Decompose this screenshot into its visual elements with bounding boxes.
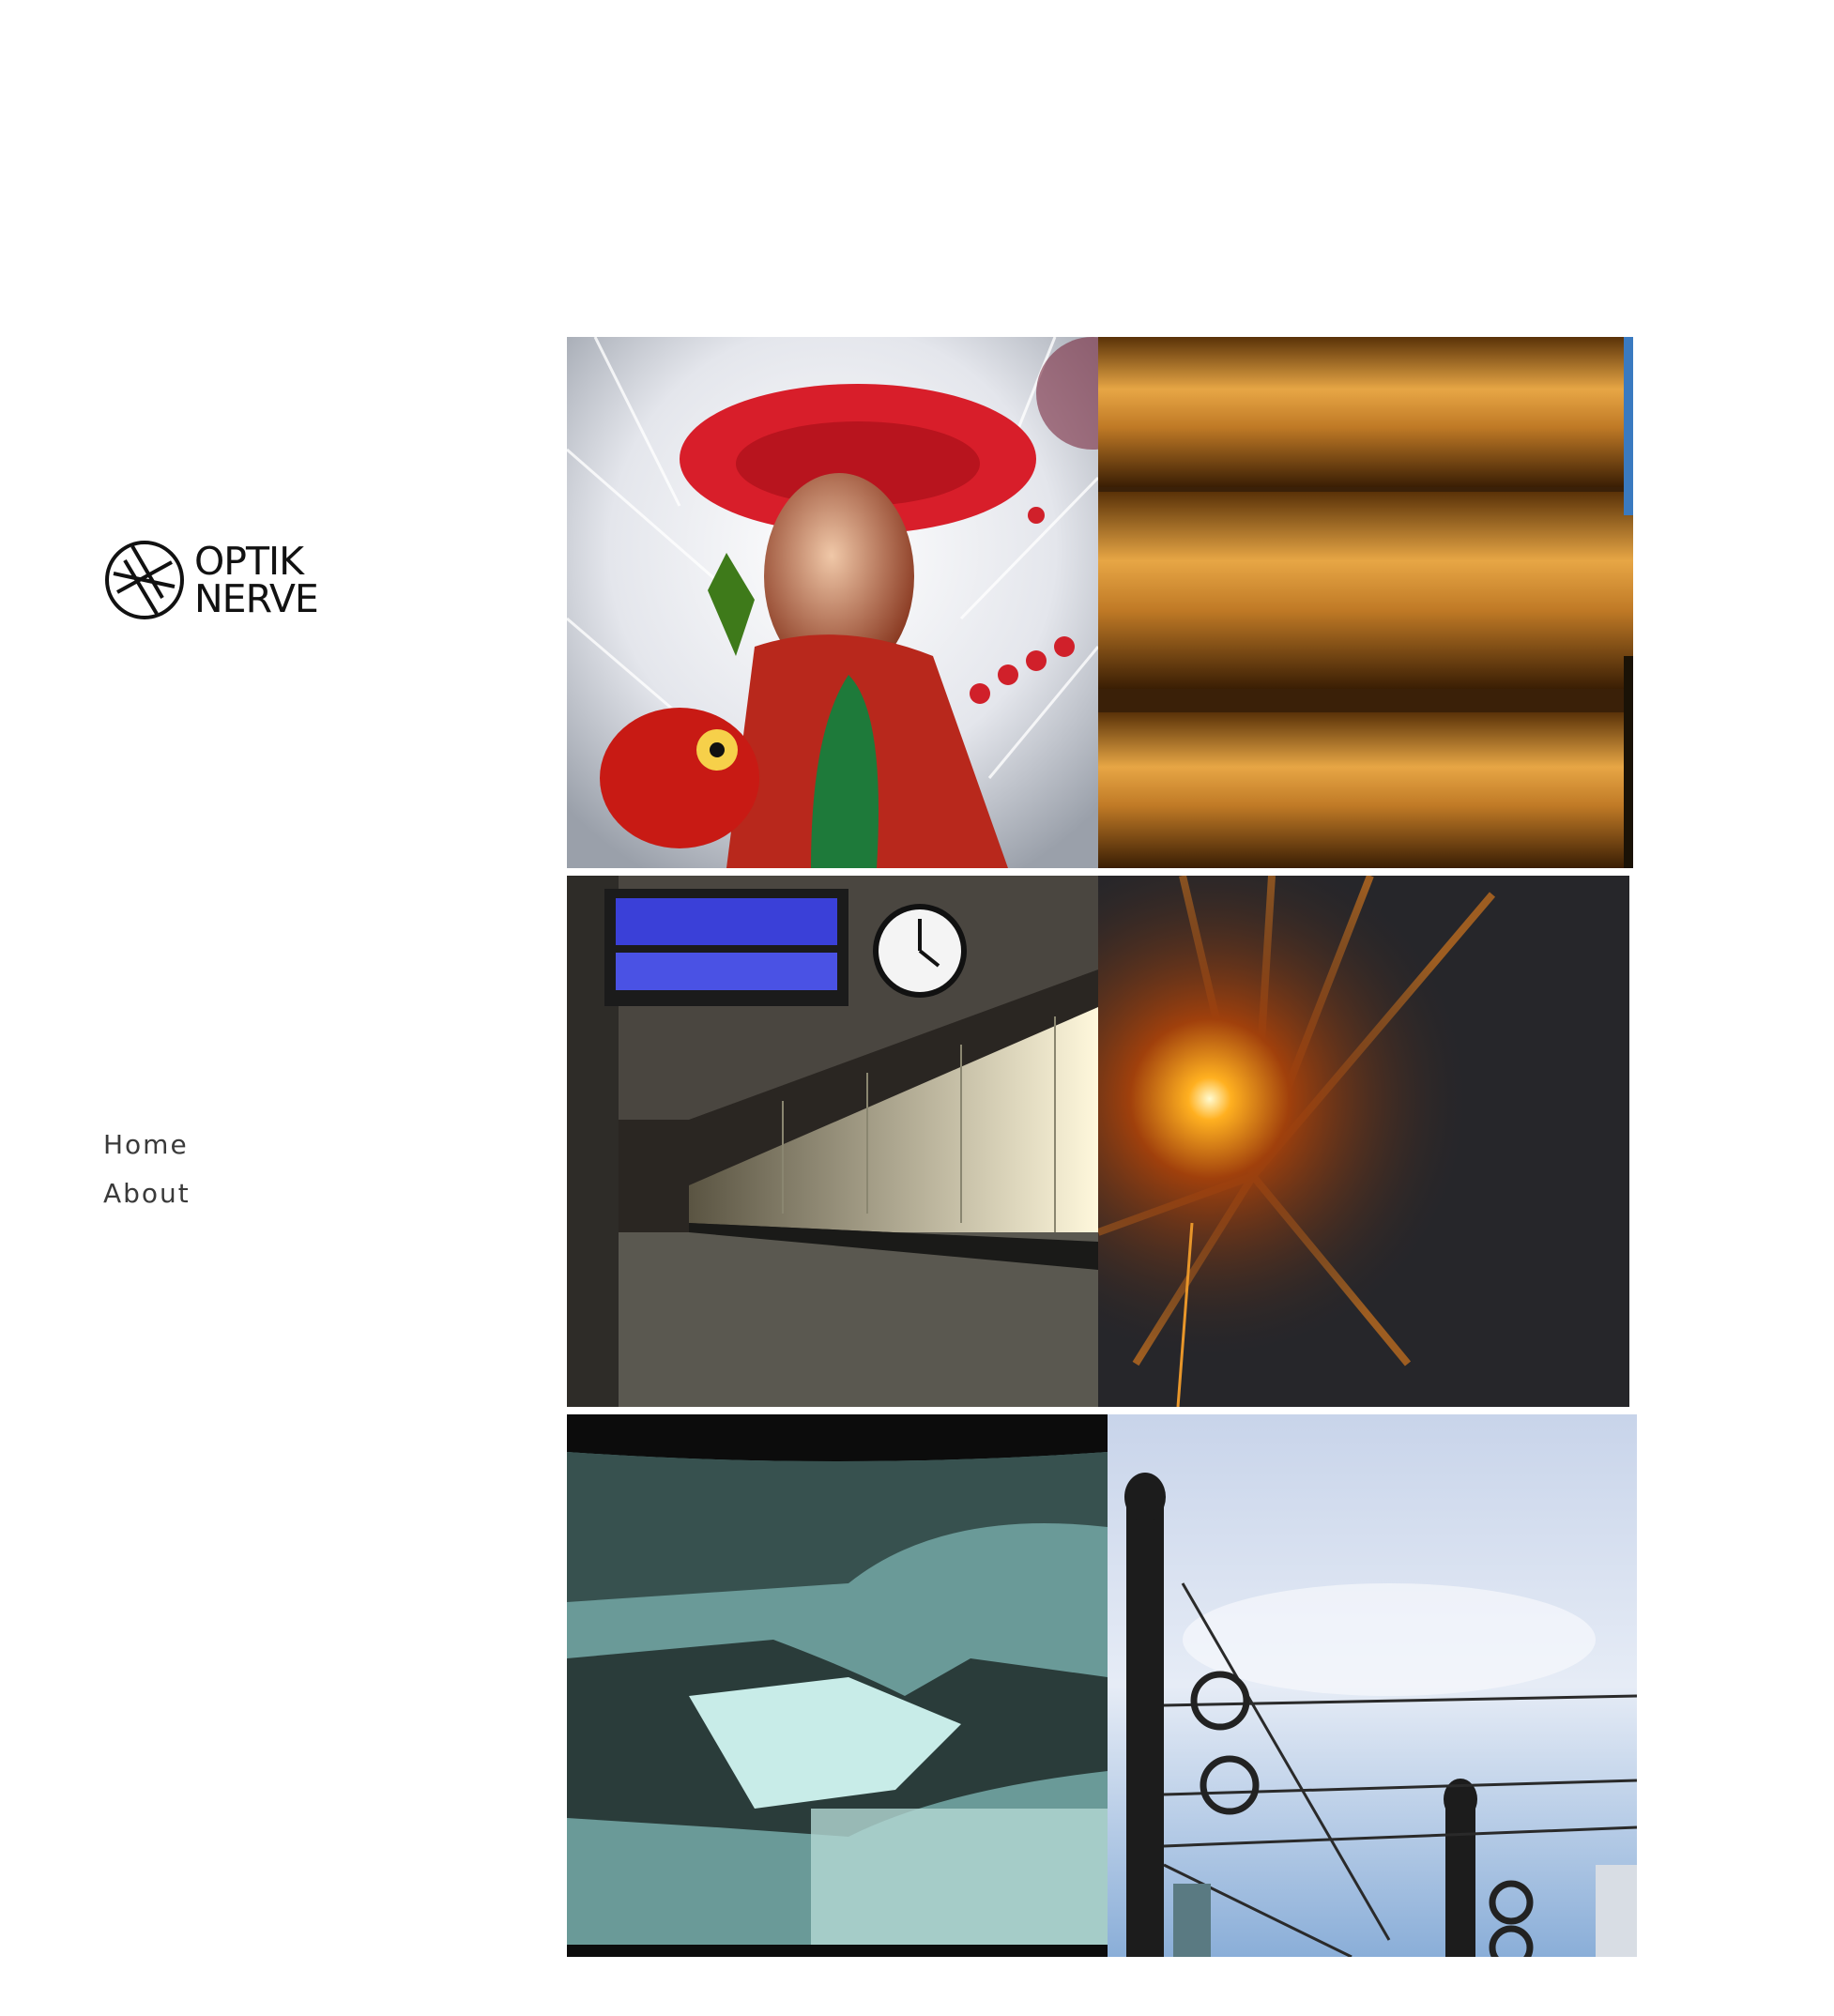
photo-gallery (567, 337, 1637, 1961)
gallery-photo-copper-pipes[interactable] (1098, 337, 1633, 868)
logo-line-1: OPTIK (194, 539, 304, 584)
gallery-photo-projection[interactable] (567, 1414, 1108, 1957)
site-logo[interactable]: OPTIK NERVE (104, 539, 319, 621)
logo-wordmark: OPTIK NERVE (194, 539, 319, 621)
projection-photo (567, 1414, 1108, 1957)
copper-pipes-photo (1098, 337, 1633, 868)
gallery-photo-ornament[interactable] (567, 337, 1098, 868)
site-nav: Home About (103, 1129, 191, 1210)
train-platform-photo (567, 876, 1098, 1407)
gallery-photo-street-lamp[interactable] (1098, 876, 1629, 1407)
gallery-photo-train-platform[interactable] (567, 876, 1098, 1407)
overhead-wires-photo (1108, 1414, 1637, 1957)
logo-line-2: NERVE (194, 576, 319, 621)
ornament-photo (567, 337, 1098, 868)
gallery-photo-overhead-wires[interactable] (1108, 1414, 1637, 1957)
aperture-logo-icon (105, 541, 184, 619)
nav-home-link[interactable]: Home (103, 1129, 191, 1161)
street-lamp-photo (1098, 876, 1629, 1407)
nav-about-link[interactable]: About (103, 1178, 191, 1210)
